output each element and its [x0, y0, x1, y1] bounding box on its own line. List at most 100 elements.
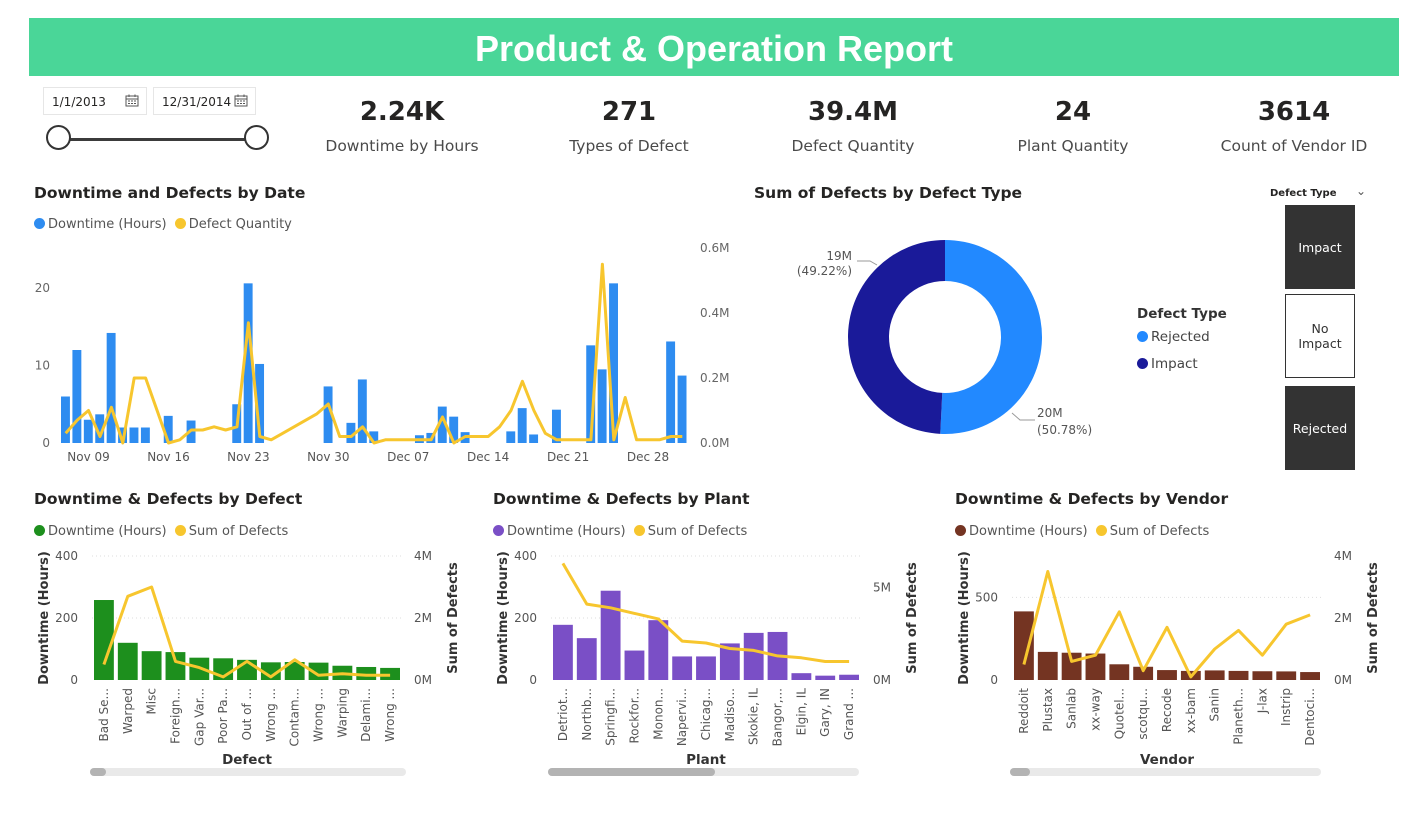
y2-tick-label: 0.0M: [700, 436, 729, 450]
defect-chart[interactable]: 0 200 400 0M 2M 4M Bad Se... Warped Misc Foreign.…: [30, 545, 470, 770]
calendar-icon[interactable]: [125, 94, 139, 107]
slicer-tile-label: Impact: [1298, 239, 1342, 255]
bar: [141, 651, 162, 680]
defect-chart-scrollbar[interactable]: [90, 768, 406, 776]
plant-chart-title: Downtime & Defects by Plant: [493, 490, 750, 508]
bar: [1204, 670, 1225, 680]
date-bar: [140, 427, 150, 443]
donut-chart[interactable]: 20M (50.78%) 19M(49.22%): [780, 220, 1120, 460]
date-bar: [529, 434, 539, 443]
legend-label: Rejected: [1151, 329, 1210, 345]
slicer-tile-no-impact[interactable]: No Impact: [1285, 294, 1355, 378]
slicer-tile-impact[interactable]: Impact: [1285, 205, 1355, 289]
bar: [624, 650, 645, 680]
x-tick-label: Madiso...: [723, 688, 737, 741]
x-tick-label: Nov 09: [67, 450, 110, 464]
end-date-value: 12/31/2014: [162, 95, 232, 109]
x-tick-label: Skokie, IL: [747, 688, 761, 745]
donut-chart-title: Sum of Defects by Defect Type: [754, 184, 1023, 202]
kpi-value: 271: [601, 97, 657, 127]
scrollbar-thumb[interactable]: [548, 768, 715, 776]
date-bar: [83, 419, 93, 443]
date-chart[interactable]: 0 10 20 0.0M 0.2M 0.4M 0.6M Nov 09 Nov 16 Nov 23 N…: [20, 230, 740, 470]
leader-line: [1011, 412, 1035, 421]
y-axis-title: Downtime (Hours): [37, 551, 52, 685]
date-range-slider-track[interactable]: [58, 138, 256, 141]
y2-tick-label: 0.6M: [700, 241, 729, 255]
y2-tick-label: 2M: [1334, 611, 1352, 625]
x-tick-label: Springfi...: [604, 688, 618, 746]
chevron-down-icon[interactable]: ⌄: [1356, 184, 1366, 198]
slice-value-label: 20M: [1037, 406, 1063, 420]
bar: [1157, 670, 1177, 680]
y-tick-label: 0: [990, 673, 998, 687]
date-range-start-handle[interactable]: [46, 125, 71, 150]
x-tick-label: J-lax: [1255, 688, 1269, 714]
x-tick-label: Reddoit: [1017, 688, 1031, 734]
donut-legend-item-rejected[interactable]: Rejected: [1137, 329, 1210, 345]
x-tick-label: Instrip: [1279, 688, 1293, 726]
end-date-input[interactable]: 12/31/2014: [153, 87, 256, 115]
kpi-value: 2.24K: [359, 97, 445, 127]
calendar-icon[interactable]: [234, 94, 248, 107]
date-range-end-handle[interactable]: [244, 125, 269, 150]
date-bar: [106, 332, 116, 443]
x-tick-label: Napervi...: [675, 688, 689, 746]
slicer-tile-label: No Impact: [1298, 321, 1342, 351]
slicer-tile-rejected[interactable]: Rejected: [1285, 386, 1355, 470]
y-tick-label: 200: [514, 611, 537, 625]
y-axis-title: Downtime (Hours): [496, 551, 511, 685]
y-tick-label: 400: [514, 549, 537, 563]
bar: [696, 656, 716, 680]
x-tick-label: Warped: [121, 688, 135, 734]
scrollbar-thumb[interactable]: [90, 768, 106, 776]
y-tick-label: 0: [529, 673, 537, 687]
plant-chart-scrollbar[interactable]: [548, 768, 859, 776]
y2-tick-label: 4M: [1334, 549, 1352, 563]
y2-axis-title: Sum of Defects: [446, 562, 461, 674]
slicer-tile-label: Rejected: [1292, 420, 1348, 436]
kpi-value: 24: [1054, 97, 1092, 127]
y2-tick-label: 0M: [1334, 673, 1352, 687]
bar: [165, 652, 186, 680]
y2-tick-label: 0.2M: [700, 371, 729, 385]
y-tick-label: 500: [975, 590, 998, 604]
date-bar: [506, 431, 516, 443]
y2-axis-title: Sum of Defects: [905, 562, 920, 674]
x-tick-label: Out of ...: [240, 688, 254, 740]
kpi-label: Defect Quantity: [791, 137, 915, 155]
legend-label: Sum of Defects: [1109, 524, 1210, 539]
kpi-label: Downtime by Hours: [325, 137, 479, 155]
legend-label: Sum of Defects: [188, 524, 289, 539]
vendor-chart[interactable]: 0 500 0M 2M 4M Reddoit Plustax Sanlab xx-way Quot…: [950, 545, 1390, 770]
bar: [648, 620, 669, 680]
x-tick-label: xx-bam: [1184, 688, 1198, 733]
x-tick-label: Bangor,...: [771, 688, 785, 746]
donut-legend-item-impact[interactable]: Impact: [1137, 356, 1198, 372]
vendor-chart-scrollbar[interactable]: [1010, 768, 1321, 776]
bar: [1228, 670, 1249, 680]
x-tick-label: Quotel...: [1112, 688, 1126, 739]
slicer-title: Defect Type: [1270, 188, 1337, 199]
bar: [553, 624, 573, 680]
bar: [576, 638, 597, 680]
legend-dot: [174, 218, 186, 229]
y2-tick-label: 5M: [873, 580, 891, 594]
kpi-types-of-defect: 271 Types of Defect: [529, 92, 729, 155]
scrollbar-thumb[interactable]: [1010, 768, 1030, 776]
y2-tick-label: 4M: [414, 549, 432, 563]
legend-dot: [955, 525, 966, 536]
bar: [743, 632, 764, 680]
x-tick-label: Northb...: [580, 688, 594, 741]
date-bar: [61, 396, 70, 443]
plant-chart[interactable]: 0 200 400 0M 5M Detriot... Northb... Springfi..…: [489, 545, 929, 770]
start-date-value: 1/1/2013: [52, 95, 106, 109]
page-title: Product & Operation Report: [474, 28, 954, 69]
bar: [1276, 671, 1297, 680]
start-date-input[interactable]: 1/1/2013: [43, 87, 147, 115]
legend-dot: [1137, 358, 1148, 369]
legend-label: Downtime (Hours): [969, 524, 1088, 539]
y-axis-title: Downtime (Hours): [957, 551, 972, 685]
x-tick-label: Detriot...: [556, 688, 570, 741]
x-tick-label: Monon...: [651, 688, 665, 740]
